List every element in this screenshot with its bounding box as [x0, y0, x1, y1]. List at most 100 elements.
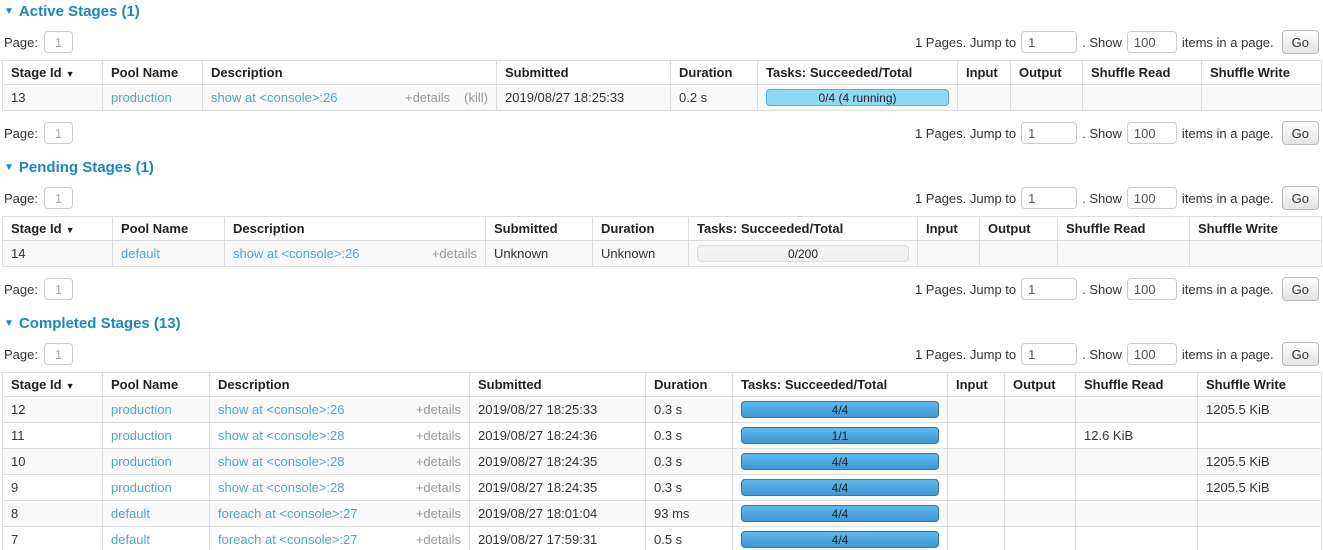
- column-header[interactable]: Input: [948, 373, 1005, 397]
- stage-description-link[interactable]: foreach at <console>:27: [218, 532, 358, 547]
- column-header-label: Submitted: [494, 221, 558, 236]
- column-header[interactable]: Shuffle Read: [1083, 61, 1202, 85]
- pool-name-link[interactable]: production: [111, 480, 172, 495]
- kill-link[interactable]: (kill): [464, 90, 488, 105]
- duration-cell: 0.3 s: [646, 397, 733, 423]
- details-toggle[interactable]: +details: [405, 90, 450, 105]
- details-toggle[interactable]: +details: [416, 402, 461, 417]
- column-header[interactable]: Shuffle Write: [1202, 61, 1322, 85]
- column-header[interactable]: Duration: [593, 217, 689, 241]
- column-header[interactable]: Output: [1011, 61, 1083, 85]
- column-header-label: Input: [966, 65, 998, 80]
- pool-name-cell: production: [103, 475, 210, 501]
- column-header[interactable]: Description: [210, 373, 470, 397]
- page-number-input[interactable]: [44, 187, 73, 209]
- details-toggle[interactable]: +details: [432, 246, 477, 261]
- go-button[interactable]: Go: [1282, 186, 1319, 210]
- pool-name-link[interactable]: production: [111, 428, 172, 443]
- jump-to-input[interactable]: [1021, 31, 1077, 53]
- page-number-input[interactable]: [44, 278, 73, 300]
- column-header[interactable]: Shuffle Read: [1076, 373, 1198, 397]
- go-button[interactable]: Go: [1282, 121, 1319, 145]
- column-header-label: Tasks: Succeeded/Total: [741, 377, 887, 392]
- page-number-input[interactable]: [44, 343, 73, 365]
- column-header[interactable]: Shuffle Write: [1198, 373, 1322, 397]
- output-cell: [1005, 397, 1076, 423]
- table-row: 14defaultshow at <console>:26+detailsUnk…: [3, 241, 1322, 267]
- shuffle-read-cell: [1076, 501, 1198, 527]
- column-header[interactable]: Stage Id▼: [3, 373, 103, 397]
- column-header[interactable]: Pool Name: [113, 217, 225, 241]
- stage-description-link[interactable]: show at <console>:26: [211, 90, 337, 105]
- column-header[interactable]: Shuffle Read: [1058, 217, 1190, 241]
- show-count-input[interactable]: [1127, 278, 1177, 300]
- page-number-input[interactable]: [44, 122, 73, 144]
- column-header[interactable]: Tasks: Succeeded/Total: [758, 61, 958, 85]
- pool-name-link[interactable]: default: [121, 246, 160, 261]
- page-number-input[interactable]: [44, 31, 73, 53]
- pool-name-link[interactable]: default: [111, 506, 150, 521]
- pool-name-cell: default: [103, 501, 210, 527]
- details-toggle[interactable]: +details: [416, 506, 461, 521]
- jump-to-input[interactable]: [1021, 343, 1077, 365]
- column-header[interactable]: Description: [203, 61, 497, 85]
- details-toggle[interactable]: +details: [416, 480, 461, 495]
- pages-count-text: 1 Pages. Jump to: [915, 35, 1016, 50]
- stage-description-link[interactable]: show at <console>:26: [233, 246, 359, 261]
- column-header[interactable]: Stage Id▼: [3, 217, 113, 241]
- pool-name-link[interactable]: default: [111, 532, 150, 547]
- column-header[interactable]: Pool Name: [103, 61, 203, 85]
- input-cell: [948, 501, 1005, 527]
- table-row: 13productionshow at <console>:26+details…: [3, 85, 1322, 111]
- column-header[interactable]: Shuffle Write: [1190, 217, 1322, 241]
- column-header[interactable]: Stage Id▼: [3, 61, 103, 85]
- details-toggle[interactable]: +details: [416, 428, 461, 443]
- description-cell: show at <console>:28 +details: [210, 423, 470, 449]
- go-button[interactable]: Go: [1282, 342, 1319, 366]
- column-header[interactable]: Description: [225, 217, 486, 241]
- pool-name-link[interactable]: production: [111, 402, 172, 417]
- column-header[interactable]: Submitted: [470, 373, 646, 397]
- stage-description-link[interactable]: show at <console>:28: [218, 454, 344, 469]
- jump-to-input[interactable]: [1021, 187, 1077, 209]
- column-header-label: Stage Id: [11, 65, 62, 80]
- pool-name-link[interactable]: production: [111, 90, 172, 105]
- duration-cell: 0.5 s: [646, 527, 733, 550]
- show-count-input[interactable]: [1127, 122, 1177, 144]
- stage-description-link[interactable]: show at <console>:26: [218, 402, 344, 417]
- jump-to-input[interactable]: [1021, 278, 1077, 300]
- column-header[interactable]: Duration: [646, 373, 733, 397]
- details-toggle[interactable]: +details: [416, 532, 461, 547]
- pool-name-cell: production: [103, 423, 210, 449]
- section-header-completed[interactable]: ▼Completed Stages (13): [4, 315, 1321, 332]
- column-header[interactable]: Output: [980, 217, 1058, 241]
- details-toggle[interactable]: +details: [416, 454, 461, 469]
- collapse-arrow-icon: ▼: [4, 318, 14, 329]
- section-title-text: Active Stages (1): [19, 3, 140, 20]
- section-header-active[interactable]: ▼Active Stages (1): [4, 3, 1321, 20]
- section-header-pending[interactable]: ▼Pending Stages (1): [4, 159, 1321, 176]
- tasks-progress-label: 0/200: [788, 247, 818, 261]
- go-button[interactable]: Go: [1282, 30, 1319, 54]
- show-count-input[interactable]: [1127, 31, 1177, 53]
- column-header[interactable]: Input: [958, 61, 1011, 85]
- submitted-cell: 2019/08/27 18:24:36: [470, 423, 646, 449]
- jump-controls: 1 Pages. Jump to. Showitems in a page.Go: [910, 186, 1319, 210]
- column-header[interactable]: Input: [918, 217, 980, 241]
- stage-description-link[interactable]: foreach at <console>:27: [218, 506, 358, 521]
- column-header[interactable]: Output: [1005, 373, 1076, 397]
- column-header[interactable]: Tasks: Succeeded/Total: [733, 373, 948, 397]
- column-header[interactable]: Tasks: Succeeded/Total: [689, 217, 918, 241]
- go-button[interactable]: Go: [1282, 277, 1319, 301]
- column-header[interactable]: Duration: [671, 61, 758, 85]
- column-header[interactable]: Pool Name: [103, 373, 210, 397]
- stage-description-link[interactable]: show at <console>:28: [218, 428, 344, 443]
- show-count-input[interactable]: [1127, 187, 1177, 209]
- show-count-input[interactable]: [1127, 343, 1177, 365]
- jump-to-input[interactable]: [1021, 122, 1077, 144]
- column-header[interactable]: Submitted: [486, 217, 593, 241]
- column-header[interactable]: Submitted: [497, 61, 671, 85]
- duration-cell: 0.3 s: [646, 449, 733, 475]
- stage-description-link[interactable]: show at <console>:28: [218, 480, 344, 495]
- pool-name-link[interactable]: production: [111, 454, 172, 469]
